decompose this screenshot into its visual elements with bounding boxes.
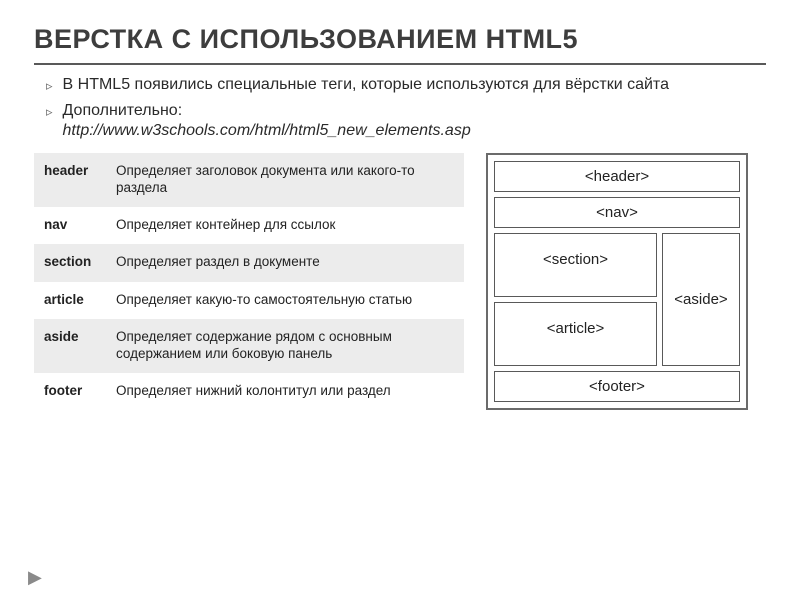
table-cell-desc: Определяет контейнер для ссылок — [106, 207, 464, 244]
table-cell-tag: nav — [34, 207, 106, 244]
chevron-right-icon: ▹ — [46, 78, 53, 94]
chevron-right-icon: ▹ — [46, 104, 53, 120]
table-cell-desc: Определяет заголовок документа или каког… — [106, 153, 464, 207]
play-arrow-icon: ▶ — [28, 567, 42, 588]
table-cell-tag: section — [34, 244, 106, 281]
layout-diagram: <header> <nav> <section> <article> <asid… — [486, 153, 748, 410]
table-cell-desc: Определяет какую-то самостоятельную стат… — [106, 282, 464, 319]
diagram-footer-box: <footer> — [494, 371, 740, 402]
table-row: footer Определяет нижний колонтитул или … — [34, 373, 464, 410]
table-row: nav Определяет контейнер для ссылок — [34, 207, 464, 244]
table-cell-tag: aside — [34, 319, 106, 373]
table-row: header Определяет заголовок документа ил… — [34, 153, 464, 207]
table-row: aside Определяет содержание рядом с осно… — [34, 319, 464, 373]
tags-table: header Определяет заголовок документа ил… — [34, 153, 464, 410]
table-cell-tag: footer — [34, 373, 106, 410]
slide-title: ВЕРСТКА С ИСПОЛЬЗОВАНИЕМ HTML5 — [34, 24, 766, 65]
diagram-section-box: <section> — [494, 233, 657, 297]
bullet-label: Дополнительно: — [63, 102, 183, 119]
bullet-list: ▹ В HTML5 появились специальные теги, ко… — [46, 75, 766, 141]
bullet-text: В HTML5 появились специальные теги, кото… — [63, 75, 669, 95]
table-cell-desc: Определяет содержание рядом с основным с… — [106, 319, 464, 373]
table-cell-tag: article — [34, 282, 106, 319]
table-cell-tag: header — [34, 153, 106, 207]
bullet-text: Дополнительно: http://www.w3schools.com/… — [63, 101, 471, 141]
bullet-item: ▹ Дополнительно: http://www.w3schools.co… — [46, 101, 766, 141]
diagram-nav-box: <nav> — [494, 197, 740, 228]
table-row: article Определяет какую-то самостоятель… — [34, 282, 464, 319]
diagram-header-box: <header> — [494, 161, 740, 192]
diagram-aside-box: <aside> — [662, 233, 740, 366]
reference-link: http://www.w3schools.com/html/html5_new_… — [63, 122, 471, 139]
table-cell-desc: Определяет нижний колонтитул или раздел — [106, 373, 464, 410]
table-cell-desc: Определяет раздел в документе — [106, 244, 464, 281]
diagram-article-box: <article> — [494, 302, 657, 366]
table-row: section Определяет раздел в документе — [34, 244, 464, 281]
bullet-item: ▹ В HTML5 появились специальные теги, ко… — [46, 75, 766, 95]
